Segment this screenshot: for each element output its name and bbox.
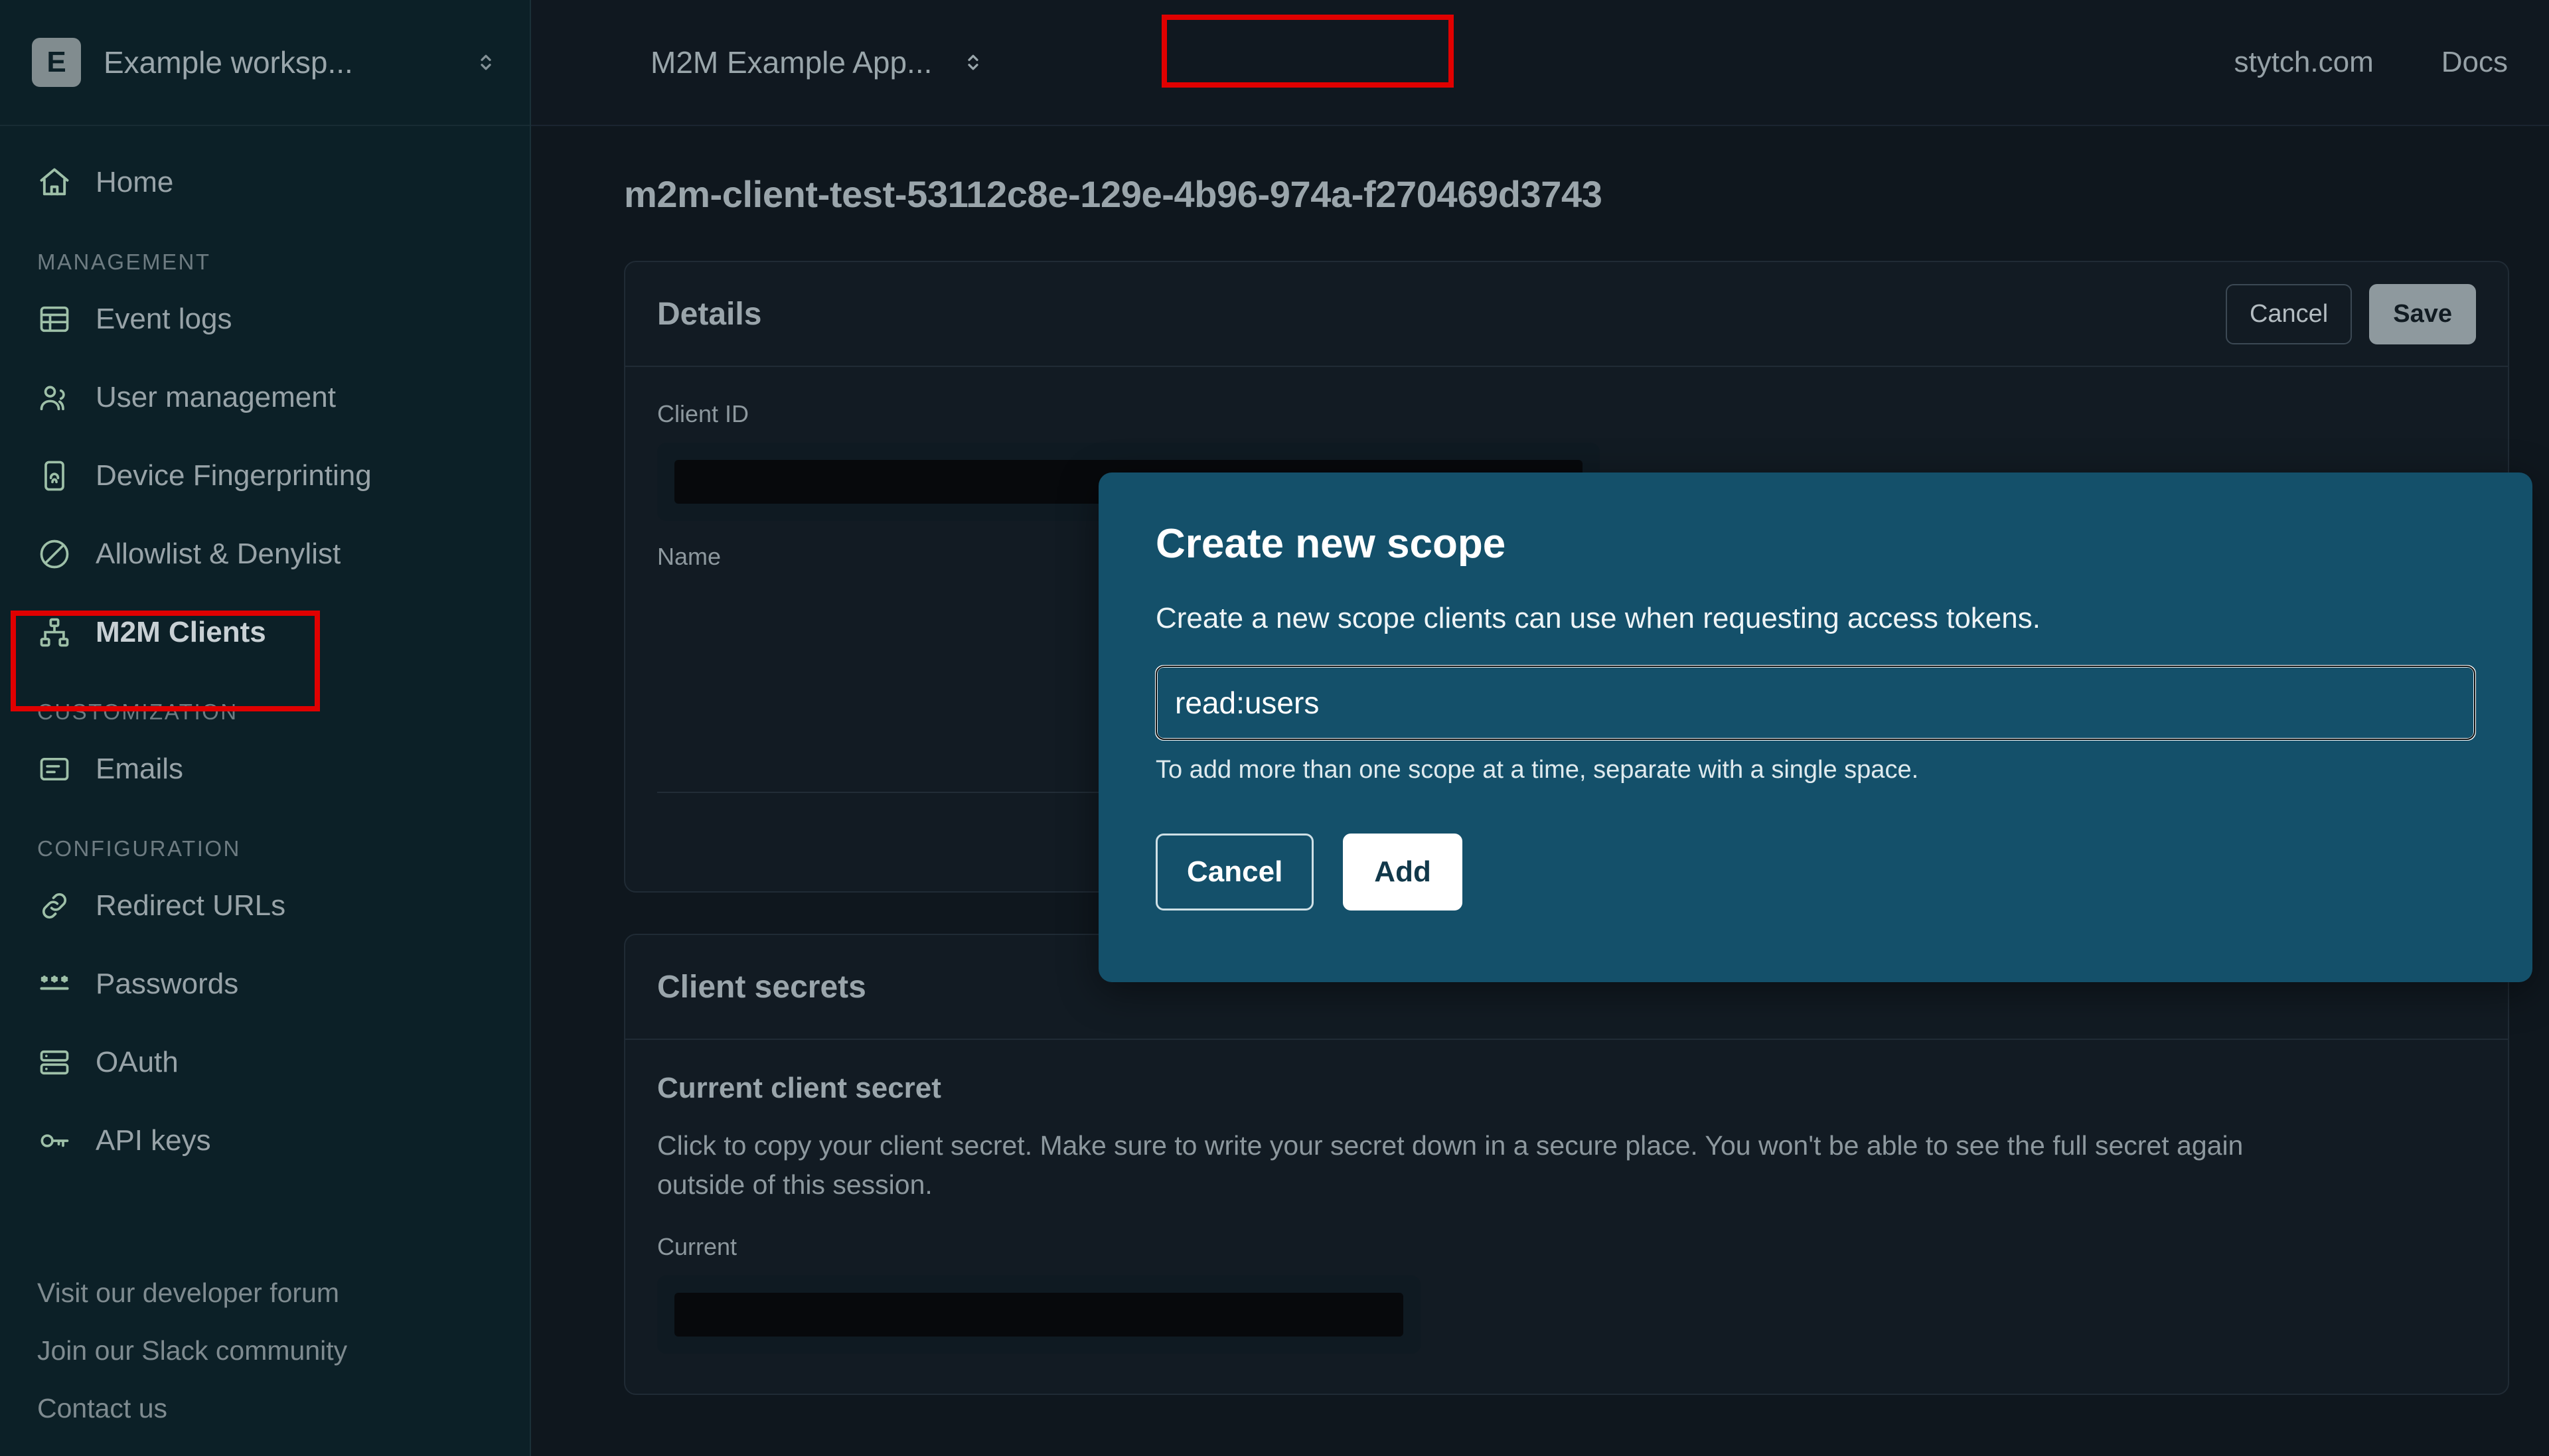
topbar: M2M Example App... stytch.com Docs	[531, 0, 2549, 126]
sidebar-item-label: Device Fingerprinting	[96, 459, 372, 492]
server-stack-icon	[37, 1045, 72, 1080]
list-table-icon	[37, 302, 72, 336]
sidebar-item-label: Emails	[96, 753, 183, 786]
sidebar-item-label: API keys	[96, 1124, 211, 1157]
dialog-add-button[interactable]: Add	[1343, 834, 1462, 910]
scope-name-input[interactable]	[1156, 666, 2475, 740]
topbar-links: stytch.com Docs	[2234, 46, 2508, 79]
sidebar: E Example worksp... Home MANAGEMENT Even…	[0, 0, 531, 1456]
workspace-name: Example worksp...	[104, 44, 451, 80]
main-area: M2M Example App... stytch.com Docs m2m-c…	[531, 0, 2549, 1456]
sidebar-item-api-keys[interactable]: API keys	[0, 1102, 530, 1180]
dialog-description: Create a new scope clients can use when …	[1156, 602, 2475, 635]
current-secret-copy-field[interactable]	[657, 1275, 1421, 1354]
sidebar-item-oauth[interactable]: OAuth	[0, 1023, 530, 1102]
annotation-highlight-app-switcher	[1162, 15, 1454, 88]
sidebar-item-passwords[interactable]: Passwords	[0, 945, 530, 1023]
dialog-cancel-button[interactable]: Cancel	[1156, 834, 1314, 910]
sidebar-item-m2m-clients[interactable]: M2M Clients	[0, 593, 530, 672]
sidebar-section-management: MANAGEMENT	[0, 222, 530, 280]
current-client-secret-description: Click to copy your client secret. Make s…	[657, 1126, 2264, 1205]
home-icon	[37, 165, 72, 200]
client-secrets-card: Client secrets Current client secret Cli…	[624, 934, 2509, 1395]
save-button[interactable]: Save	[2369, 284, 2476, 344]
email-card-icon	[37, 752, 72, 786]
sidebar-item-label: Home	[96, 166, 173, 199]
fingerprint-phone-icon	[37, 459, 72, 493]
sidebar-item-label: Passwords	[96, 968, 238, 1001]
link-slack-community[interactable]: Join our Slack community	[0, 1322, 530, 1380]
app-switcher[interactable]: M2M Example App...	[624, 22, 1012, 103]
current-client-secret-heading: Current client secret	[657, 1072, 2476, 1105]
current-secret-redacted-value	[674, 1293, 1403, 1337]
app-switcher-label: M2M Example App...	[651, 44, 932, 80]
sidebar-item-label: OAuth	[96, 1046, 179, 1079]
dialog-title: Create new scope	[1156, 520, 2475, 567]
app-root: E Example worksp... Home MANAGEMENT Even…	[0, 0, 2549, 1456]
sidebar-section-customization: CUSTOMIZATION	[0, 672, 530, 730]
sidebar-item-home[interactable]: Home	[0, 143, 530, 222]
sidebar-nav: Home MANAGEMENT Event logs User manageme…	[0, 126, 530, 1180]
asterisks-icon	[37, 967, 72, 1001]
sidebar-item-label: Allowlist & Denylist	[96, 538, 341, 571]
workspace-avatar: E	[32, 38, 81, 87]
sitemap-icon	[37, 615, 72, 650]
sidebar-footer: Visit our developer forum Join our Slack…	[0, 1264, 530, 1437]
sidebar-item-label: User management	[96, 381, 336, 414]
link-contact-us[interactable]: Contact us	[0, 1380, 530, 1437]
chevron-up-down-icon	[474, 50, 498, 74]
page-title: m2m-client-test-53112c8e-129e-4b96-974a-…	[624, 173, 2549, 216]
sidebar-item-event-logs[interactable]: Event logs	[0, 280, 530, 358]
details-card-header: Details Cancel Save	[625, 262, 2508, 367]
chevron-up-down-icon	[961, 50, 985, 74]
current-secret-label: Current	[657, 1233, 2476, 1261]
sidebar-item-user-management[interactable]: User management	[0, 358, 530, 437]
details-actions: Cancel Save	[2226, 284, 2476, 344]
client-secrets-card-body: Current client secret Click to copy your…	[625, 1040, 2508, 1394]
name-label: Name	[657, 543, 721, 571]
link-developer-forum[interactable]: Visit our developer forum	[0, 1264, 530, 1322]
key-icon	[37, 1124, 72, 1158]
sidebar-item-label: Redirect URLs	[96, 889, 285, 922]
client-secrets-heading: Client secrets	[657, 969, 866, 1005]
link-icon	[37, 889, 72, 923]
dialog-actions: Cancel Add	[1156, 834, 2475, 910]
users-icon	[37, 380, 72, 415]
link-docs[interactable]: Docs	[2441, 46, 2508, 79]
sidebar-item-emails[interactable]: Emails	[0, 730, 530, 808]
sidebar-section-configuration: CONFIGURATION	[0, 808, 530, 867]
dialog-hint: To add more than one scope at a time, se…	[1156, 756, 2475, 784]
client-id-label: Client ID	[657, 400, 2476, 428]
sidebar-item-device-fingerprinting[interactable]: Device Fingerprinting	[0, 437, 530, 515]
workspace-switcher[interactable]: E Example worksp...	[0, 0, 530, 126]
sidebar-item-label: M2M Clients	[96, 616, 266, 649]
sidebar-item-allowlist-denylist[interactable]: Allowlist & Denylist	[0, 515, 530, 593]
sidebar-item-redirect-urls[interactable]: Redirect URLs	[0, 867, 530, 945]
create-new-scope-dialog: Create new scope Create a new scope clie…	[1099, 473, 2532, 982]
cancel-button[interactable]: Cancel	[2226, 284, 2352, 344]
link-stytch-com[interactable]: stytch.com	[2234, 46, 2373, 79]
sidebar-item-label: Event logs	[96, 303, 232, 336]
block-circle-icon	[37, 537, 72, 571]
details-heading: Details	[657, 296, 761, 332]
